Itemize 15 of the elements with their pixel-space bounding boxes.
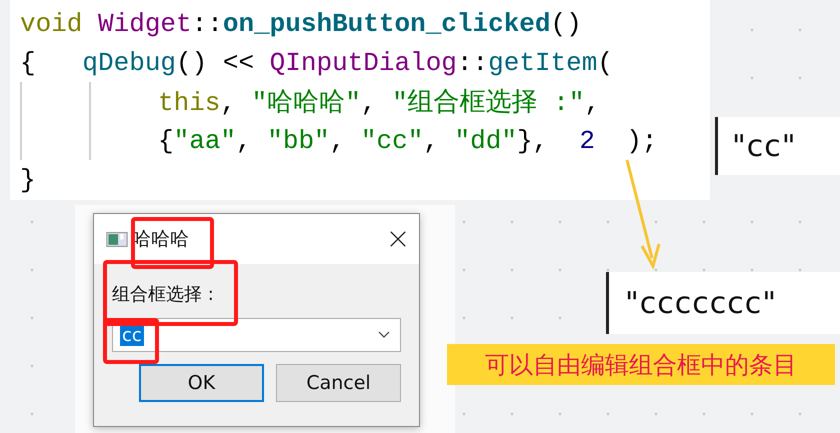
output-text: "cc" (732, 128, 797, 164)
chevron-icon[interactable] (378, 331, 390, 339)
app-icon (106, 232, 128, 246)
code-line: this, "哈哈哈", "组合框选择 :", (158, 87, 600, 119)
combo-box[interactable]: cc (112, 318, 401, 352)
code-line: { qDebug() << QInputDialog::getItem( (20, 48, 613, 78)
output-text: "ccccccc" (625, 286, 778, 320)
prompt-label: 组合框选择 : (112, 283, 215, 306)
code-line: {"aa", "bb", "cc", "dd"}, 2 ); (158, 126, 658, 156)
dialog-button[interactable]: Cancel (276, 364, 401, 402)
note-text: 可以自由编辑组合框中的条目 (485, 350, 797, 380)
code-line: } (20, 164, 36, 194)
code-line: void Widget::on_pushButton_clicked() (20, 8, 582, 38)
close-icon[interactable] (389, 230, 407, 248)
dialog-button[interactable]: OK (139, 364, 264, 402)
